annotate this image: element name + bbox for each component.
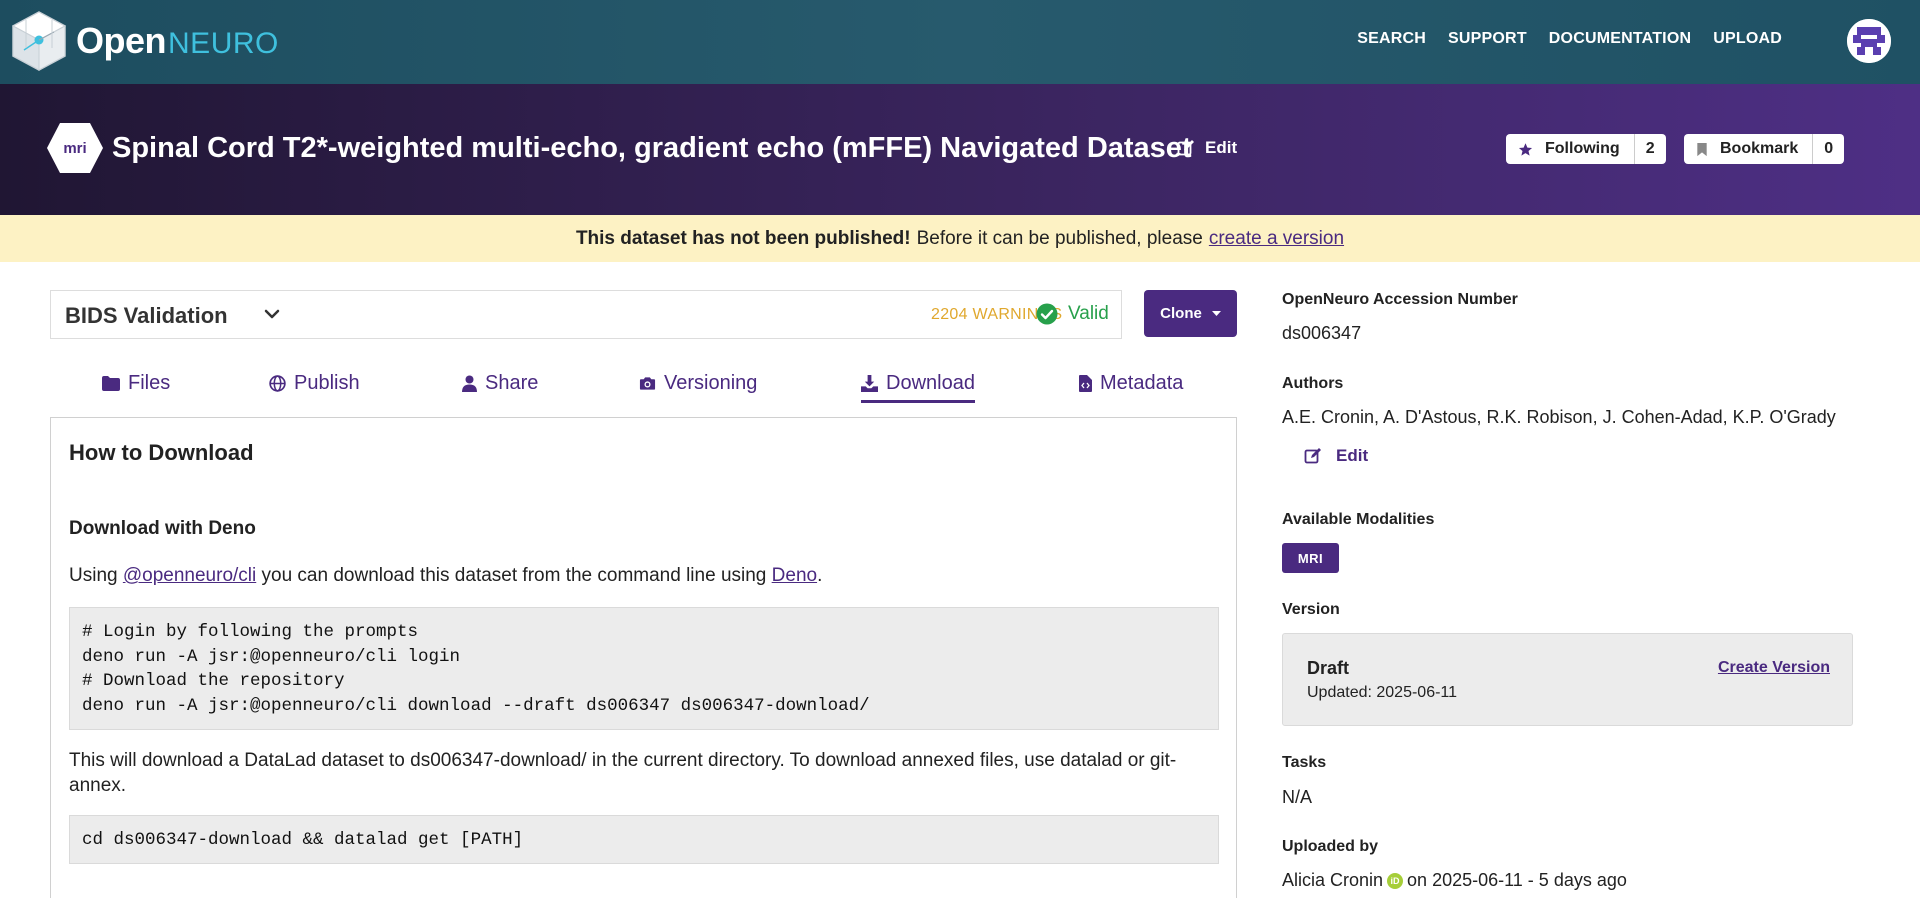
accession-value: ds006347 <box>1282 323 1362 343</box>
dataset-title: Spinal Cord T2*-weighted multi-echo, gra… <box>112 132 1192 164</box>
user-avatar[interactable] <box>1847 19 1891 63</box>
edit-authors-label: Edit <box>1336 446 1369 465</box>
clone-label: Clone <box>1160 305 1202 322</box>
logo-open-text: Open <box>76 20 167 61</box>
datalad-code-block[interactable]: cd ds006347-download && datalad get [PAT… <box>69 815 1219 864</box>
bookmark-button[interactable]: Bookmark 0 <box>1684 134 1845 164</box>
edit-icon <box>1177 140 1194 156</box>
intro-mid-text: you can download this dataset from the c… <box>261 565 767 586</box>
tab-versioning-label: Versioning <box>664 372 758 394</box>
tasks-value: N/A <box>1282 787 1313 807</box>
create-version-link[interactable]: create a version <box>1209 228 1344 250</box>
camera-icon <box>639 377 656 390</box>
star-icon <box>1518 142 1533 156</box>
version-updated: Updated: 2025-06-11 <box>1307 684 1458 701</box>
code-line: # Download the repository <box>82 671 345 691</box>
bookmark-count: 0 <box>1812 134 1844 164</box>
modality-hex-label: mri <box>63 139 87 157</box>
modalities-label: Available Modalities <box>1282 511 1435 528</box>
folder-icon <box>102 376 120 391</box>
version-label: Version <box>1282 601 1340 618</box>
modality-badge[interactable]: MRI <box>1282 543 1339 573</box>
banner-text: Before it can be published, please <box>916 227 1203 249</box>
globe-icon <box>269 375 286 392</box>
code-line: deno run -A jsr:@openneuro/cli login <box>82 646 461 667</box>
openneuro-logo[interactable]: Open NEURO <box>10 10 279 72</box>
version-name: Draft <box>1307 658 1350 678</box>
uploaded-by-value: Alicia Cronin iD on 2025-06-11 - 5 days ag… <box>1282 870 1627 891</box>
unpublished-banner: This dataset has not been published! Bef… <box>0 215 1920 262</box>
download-icon <box>861 375 878 392</box>
tab-versioning[interactable]: Versioning <box>639 372 757 395</box>
tab-publish-label: Publish <box>294 372 360 394</box>
file-code-icon <box>1079 375 1092 392</box>
tasks-label: Tasks <box>1282 754 1327 771</box>
valid-status: Valid <box>1036 303 1109 325</box>
bids-validation-title: BIDS Validation <box>65 303 228 328</box>
tab-files[interactable]: Files <box>102 372 170 395</box>
user-icon <box>462 375 477 392</box>
edit-title-button[interactable]: Edit <box>1177 138 1237 158</box>
tab-metadata-label: Metadata <box>1100 372 1184 394</box>
uploaded-by-label: Uploaded by <box>1282 838 1379 855</box>
modality-hex-badge: mri <box>46 122 104 174</box>
deno-link[interactable]: Deno <box>772 565 817 586</box>
orcid-icon[interactable]: iD <box>1387 873 1404 890</box>
tab-metadata[interactable]: Metadata <box>1079 372 1183 395</box>
tab-share-label: Share <box>485 372 539 394</box>
following-count: 2 <box>1633 134 1666 164</box>
nav-search-link[interactable]: SEARCH <box>1357 30 1426 48</box>
nav-support-link[interactable]: SUPPORT <box>1448 30 1527 48</box>
download-heading: How to Download <box>69 440 254 465</box>
main-nav: SEARCH SUPPORT DOCUMENTATION UPLOAD <box>1357 30 1782 48</box>
code-line: cd ds006347-download && datalad get [PAT… <box>82 830 524 850</box>
identicon-icon <box>1847 19 1891 63</box>
cube-logo-icon <box>11 11 67 71</box>
banner-bold-text: This dataset has not been published! <box>575 227 911 249</box>
dataset-header: mri Spinal Cord T2*-weighted multi-echo,… <box>0 84 1920 215</box>
logo-neuro-text: NEURO <box>168 27 279 60</box>
intro-post-text: . <box>817 565 823 586</box>
nav-documentation-link[interactable]: DOCUMENTATION <box>1549 30 1691 48</box>
tab-publish[interactable]: Publish <box>269 372 360 395</box>
bookmark-icon <box>1697 142 1707 156</box>
chevron-down-icon <box>264 309 280 319</box>
dataset-tabs: Files Publish Share Versioning Download <box>50 368 1236 408</box>
edit-icon <box>1304 448 1321 464</box>
edit-authors-button[interactable]: Edit <box>1304 446 1368 466</box>
bids-validation-dropdown[interactable]: BIDS Validation 2204 WARNINGS Valid <box>50 290 1122 339</box>
version-card: Draft Updated: 2025-06-11 Create Version <box>1282 633 1853 726</box>
intro-pre-text: Using <box>69 565 118 586</box>
authors-label: Authors <box>1282 375 1344 392</box>
accession-label: OpenNeuro Accession Number <box>1282 291 1518 308</box>
uploader-name[interactable]: Alicia Cronin <box>1282 870 1383 890</box>
following-label: Following <box>1545 140 1620 157</box>
valid-status-label: Valid <box>1068 303 1109 324</box>
top-navbar: Open NEURO SEARCH SUPPORT DOCUMENTATION … <box>0 0 1920 84</box>
uploaded-when: on 2025-06-11 - 5 days ago <box>1407 870 1627 890</box>
download-intro: Using @openneuro/cli you can download th… <box>69 565 822 587</box>
clone-button[interactable]: Clone <box>1144 290 1237 337</box>
tab-files-label: Files <box>128 372 171 394</box>
following-button[interactable]: Following 2 <box>1506 134 1666 164</box>
tab-download[interactable]: Download <box>861 372 975 403</box>
check-circle-icon <box>1036 303 1058 325</box>
logo-wordmark: Open NEURO <box>76 20 279 62</box>
tab-download-label: Download <box>886 372 975 394</box>
openneuro-cli-link[interactable]: @openneuro/cli <box>123 565 256 586</box>
create-version-button[interactable]: Create Version <box>1718 659 1830 677</box>
download-deno-subheading: Download with Deno <box>69 518 256 539</box>
caret-down-icon <box>1211 310 1221 316</box>
datalad-note: This will download a DataLad dataset to … <box>69 750 1177 796</box>
bookmark-label: Bookmark <box>1720 140 1799 157</box>
tab-share[interactable]: Share <box>462 372 538 395</box>
deno-code-block[interactable]: # Login by following the prompts deno ru… <box>69 607 1219 730</box>
nav-upload-link[interactable]: UPLOAD <box>1713 30 1782 48</box>
download-panel: How to Download Download with Deno Using… <box>50 417 1237 898</box>
edit-title-label: Edit <box>1205 138 1238 157</box>
authors-value: A.E. Cronin, A. D'Astous, R.K. Robison, … <box>1282 407 1836 427</box>
code-line: deno run -A jsr:@openneuro/cli download … <box>82 695 870 716</box>
code-line: # Login by following the prompts <box>82 622 419 642</box>
